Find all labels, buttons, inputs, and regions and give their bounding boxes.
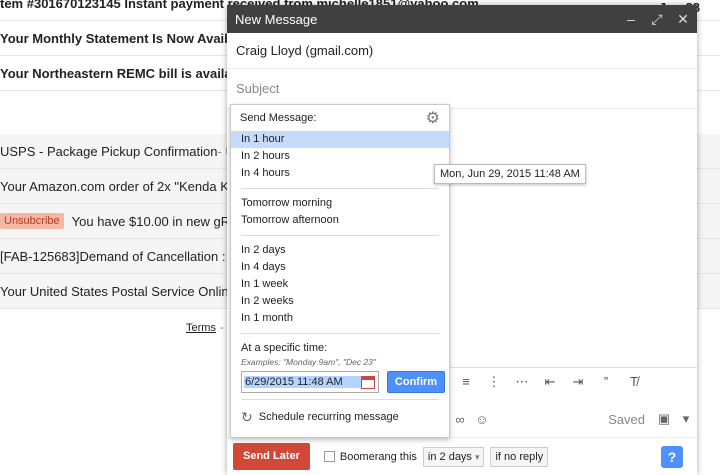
emoji-icon[interactable]: ☺ <box>471 412 493 427</box>
boomerang-when-select[interactable]: in 2 days ▾ <box>422 446 485 467</box>
mail-sender: USPS - Package Pickup Confirmation <box>0 143 218 159</box>
schedule-recurring-button[interactable]: ↻ Schedule recurring message <box>231 406 449 428</box>
specific-time-value: 6/29/2015 11:48 AM <box>244 376 361 388</box>
saved-status: Saved <box>608 411 645 427</box>
menu-item-tomorrow-afternoon[interactable]: Tomorrow afternoon <box>231 212 449 229</box>
menu-item-in-4-days[interactable]: In 4 days <box>231 259 449 276</box>
mail-sender: Your United States Postal Service Online… <box>0 283 260 299</box>
numbered-list-icon[interactable]: ⋮ <box>485 374 503 390</box>
boomerang-when-value: in 2 days <box>427 450 472 463</box>
compose-title: New Message <box>235 11 318 27</box>
to-field[interactable]: Craig Lloyd (gmail.com) <box>227 33 697 69</box>
refresh-icon: ↻ <box>241 408 253 425</box>
gear-icon[interactable]: ⚙ <box>426 108 440 128</box>
specific-time-label: At a specific time: <box>241 342 328 354</box>
page: tem #301670123145 Instant payment receiv… <box>0 0 720 475</box>
boomerang-checkbox[interactable] <box>323 451 335 462</box>
specific-time-examples: Examples: "Monday 9am", "Dec 23" <box>241 357 376 367</box>
mail-sender: Your Amazon.com order of 2x "Kenda K838 … <box>0 178 263 194</box>
align-icon[interactable]: ≡ <box>457 374 475 389</box>
specific-time-row: 6/29/2015 11:48 AM Confirm <box>231 371 449 393</box>
minimize-icon[interactable]: – <box>625 11 637 27</box>
specific-time-input[interactable]: 6/29/2015 11:48 AM <box>241 371 379 393</box>
remove-formatting-icon[interactable]: T̸ <box>625 374 643 389</box>
menu-header: Send Message: ⚙ <box>231 105 449 131</box>
mail-sender: Your Monthly Statement Is Now Available … <box>0 30 262 46</box>
menu-item-in-1-hour[interactable]: In 1 hour <box>231 131 449 148</box>
send-later-menu: Send Message: ⚙ In 1 hour In 2 hours In … <box>230 104 450 438</box>
send-bar: Send Later Boomerang this in 2 days ▾ if … <box>227 437 697 475</box>
trash-icon[interactable]: ▣ <box>653 411 675 427</box>
time-preview-tooltip: Mon, Jun 29, 2015 11:48 AM <box>434 164 586 184</box>
unsubscribe-badge[interactable]: Unsubcribe <box>0 213 64 229</box>
bulleted-list-icon[interactable]: ⋯ <box>513 374 531 390</box>
menu-item-in-2-days[interactable]: In 2 days <box>231 242 449 259</box>
indent-less-icon[interactable]: ⇤ <box>541 374 559 390</box>
send-later-button[interactable]: Send Later <box>233 443 310 470</box>
divider <box>241 399 439 400</box>
help-icon[interactable]: ? <box>661 446 683 468</box>
calendar-icon[interactable] <box>361 375 375 389</box>
divider <box>241 235 439 236</box>
formatting-toolbar: ≡ ⋮ ⋯ ⇤ ⇥ ” T̸ <box>449 367 697 395</box>
subject-field[interactable]: Subject <box>227 69 697 109</box>
divider <box>241 188 439 189</box>
confirm-button[interactable]: Confirm <box>387 371 445 393</box>
menu-title: Send Message: <box>240 112 317 124</box>
expand-icon[interactable]: ⤢ <box>651 11 663 28</box>
quote-icon[interactable]: ” <box>597 374 615 389</box>
close-icon[interactable]: ✕ <box>677 11 689 28</box>
menu-item-in-1-month[interactable]: In 1 month <box>231 310 449 327</box>
reply-condition-value: if no reply <box>495 450 544 463</box>
link-icon[interactable]: ∞ <box>449 412 471 427</box>
compose-header: New Message – ⤢ ✕ <box>227 5 697 33</box>
menu-item-tomorrow-morning[interactable]: Tomorrow morning <box>231 195 449 212</box>
boomerang-option[interactable]: Boomerang this <box>323 450 417 463</box>
divider <box>241 333 439 334</box>
menu-item-in-1-week[interactable]: In 1 week <box>231 276 449 293</box>
reply-condition-select[interactable]: if no reply <box>490 446 549 467</box>
mail-sender: [FAB-125683]Demand of Cancellation : Jus… <box>0 248 261 264</box>
menu-item-in-2-weeks[interactable]: In 2 weeks <box>231 293 449 310</box>
compose-bottom-tools: ∞ ☺ Saved ▣ ▾ <box>449 405 697 433</box>
menu-item-in-4-hours[interactable]: In 4 hours <box>231 165 449 182</box>
schedule-recurring-label: Schedule recurring message <box>258 411 399 423</box>
menu-item-in-2-hours[interactable]: In 2 hours <box>231 148 449 165</box>
mail-sender: Your Northeastern REMC bill is available <box>0 65 251 81</box>
indent-more-icon[interactable]: ⇥ <box>569 374 587 390</box>
terms-link[interactable]: Terms <box>186 322 216 334</box>
more-options-icon[interactable]: ▾ <box>675 411 697 427</box>
chevron-down-icon: ▾ <box>474 451 480 462</box>
boomerang-label: Boomerang this <box>339 450 417 463</box>
